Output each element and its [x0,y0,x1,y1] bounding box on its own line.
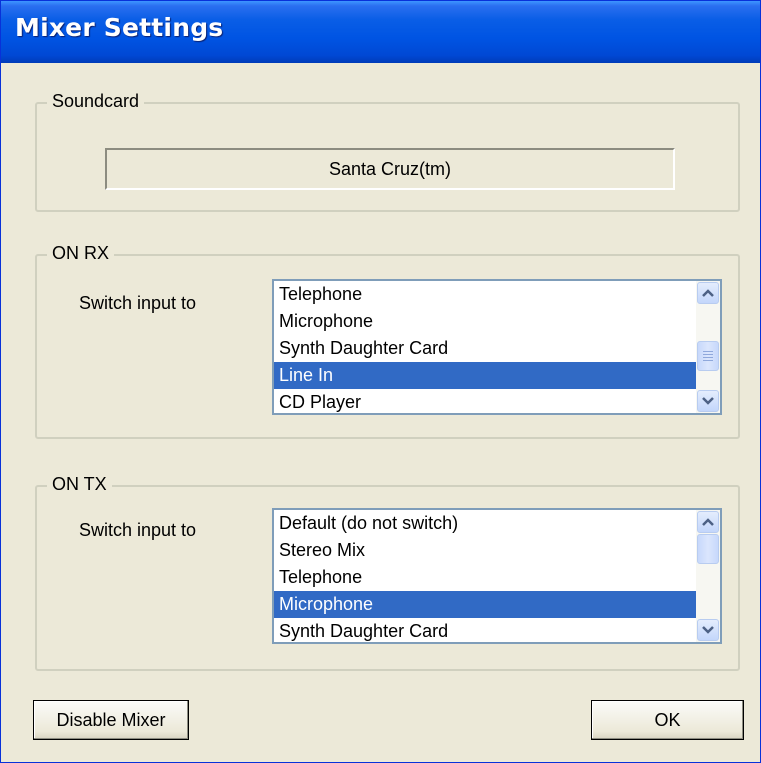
list-item[interactable]: Stereo Mix [274,537,696,564]
window-title: Mixer Settings [15,13,224,42]
chevron-down-icon [702,626,714,634]
list-item-selected[interactable]: Microphone [274,591,696,618]
soundcard-name-field: Santa Cruz(tm) [105,148,675,190]
rx-scroll-down-button[interactable] [697,390,719,412]
grip-line [703,360,713,361]
list-item-selected[interactable]: Line In [274,362,696,389]
mixer-settings-dialog: Mixer Settings Soundcard Santa Cruz(tm) … [0,0,761,763]
tx-scroll-up-button[interactable] [697,511,719,533]
rx-input-list: Telephone Microphone Synth Daughter Card… [274,281,696,413]
chevron-up-icon [702,289,714,297]
list-item[interactable]: CD Player [274,389,696,413]
chevron-down-icon [702,397,714,405]
list-item[interactable]: Synth Daughter Card [274,335,696,362]
on-tx-legend: ON TX [47,474,112,495]
tx-scrollbar[interactable] [696,510,720,642]
on-rx-group: ON RX Switch input to Telephone Micropho… [35,243,740,439]
list-item[interactable]: Microphone [274,308,696,335]
tx-switch-input-label: Switch input to [79,520,197,540]
rx-scroll-thumb[interactable] [697,341,719,371]
list-item[interactable]: Telephone [274,564,696,591]
list-item[interactable]: Telephone [274,281,696,308]
rx-scrollbar[interactable] [696,281,720,413]
rx-input-listbox[interactable]: Telephone Microphone Synth Daughter Card… [272,279,722,415]
rx-switch-input-label: Switch input to [79,293,197,313]
grip-line [703,357,713,358]
ok-button[interactable]: OK [591,700,744,740]
grip-line [703,354,713,355]
on-rx-legend: ON RX [47,243,115,264]
tx-input-listbox[interactable]: Default (do not switch) Stereo Mix Telep… [272,508,722,644]
list-item[interactable]: Synth Daughter Card [274,618,696,642]
list-item[interactable]: Default (do not switch) [274,510,696,537]
rx-scroll-up-button[interactable] [697,282,719,304]
soundcard-legend: Soundcard [47,91,145,112]
tx-scroll-down-button[interactable] [697,619,719,641]
on-tx-group: ON TX Switch input to Default (do not sw… [35,474,740,671]
title-bar[interactable]: Mixer Settings [1,1,760,63]
chevron-up-icon [702,518,714,526]
soundcard-group: Soundcard Santa Cruz(tm) [35,91,740,212]
disable-mixer-button[interactable]: Disable Mixer [33,700,189,740]
tx-scroll-thumb[interactable] [697,534,719,564]
tx-input-list: Default (do not switch) Stereo Mix Telep… [274,510,696,642]
grip-line [703,351,713,352]
